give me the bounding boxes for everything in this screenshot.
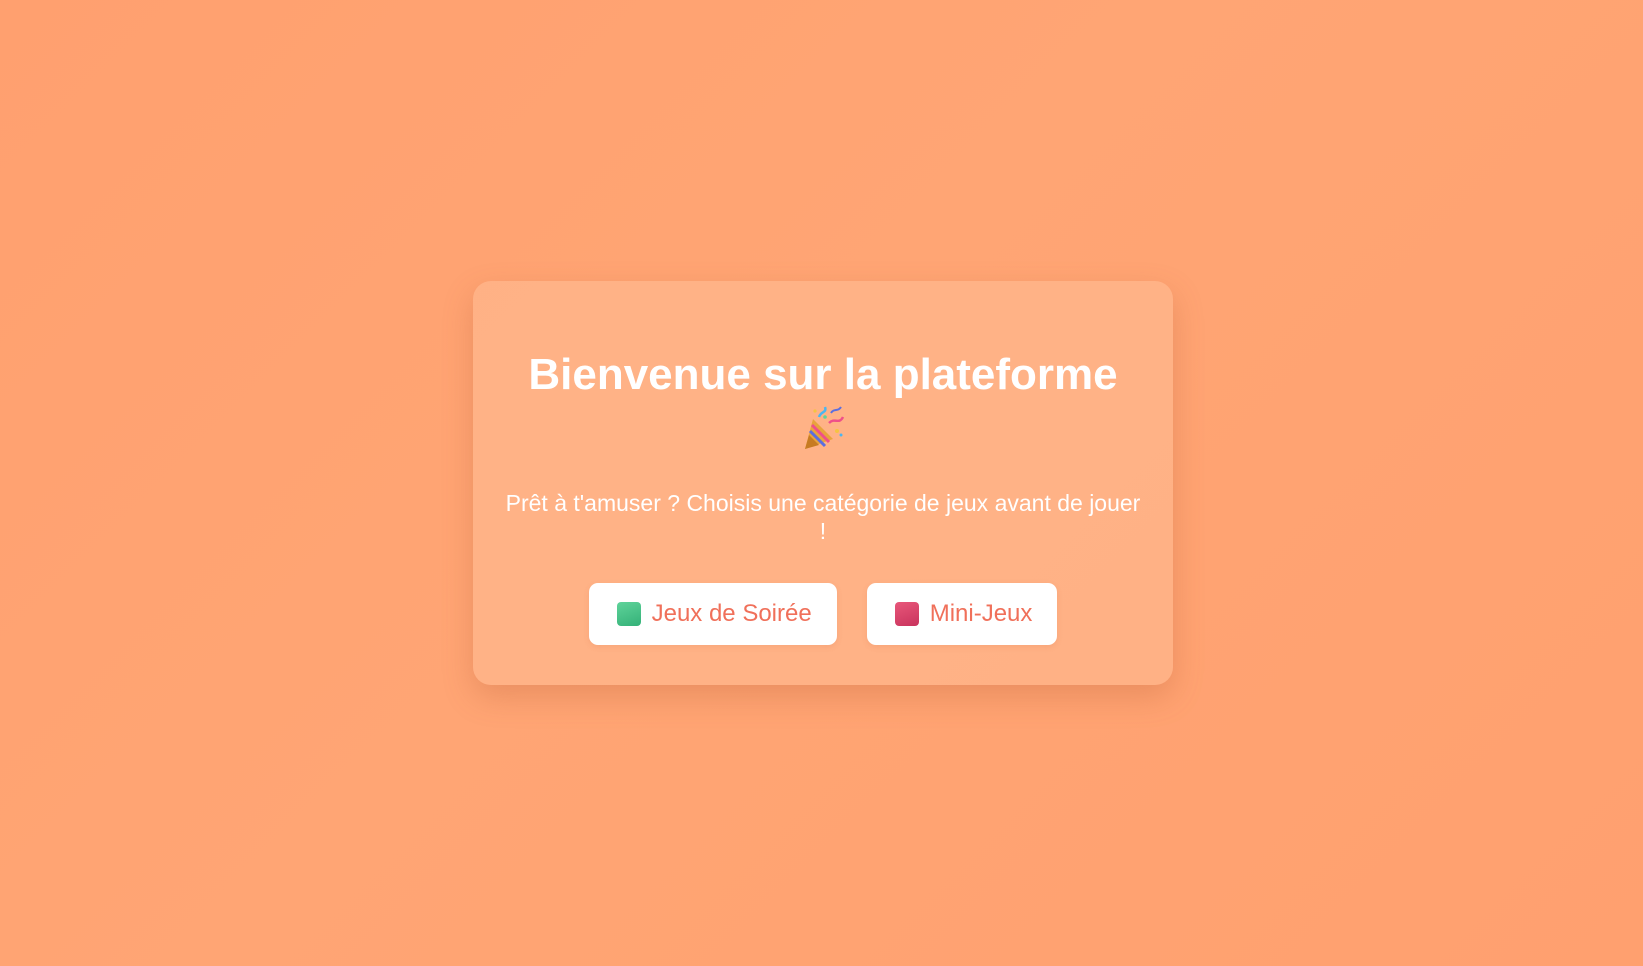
title-text: Bienvenue sur la plateforme [528, 350, 1118, 399]
party-games-button[interactable]: Jeux de Soirée [588, 583, 837, 645]
pink-square-icon [894, 602, 919, 626]
mini-games-button[interactable]: Mini-Jeux [866, 583, 1058, 645]
party-games-label: Jeux de Soirée [651, 600, 812, 627]
category-buttons: Jeux de Soirée Mini-Jeux [473, 583, 1173, 645]
page-title: Bienvenue sur la plateforme [473, 281, 1173, 465]
welcome-card: Bienvenue sur la plateforme Prêt à t'amu… [473, 281, 1173, 685]
party-popper-icon [801, 405, 845, 451]
subtitle: Prêt à t'amuser ? Choisis une catégorie … [505, 490, 1141, 544]
mini-games-label: Mini-Jeux [929, 600, 1033, 627]
green-square-icon [616, 602, 641, 626]
